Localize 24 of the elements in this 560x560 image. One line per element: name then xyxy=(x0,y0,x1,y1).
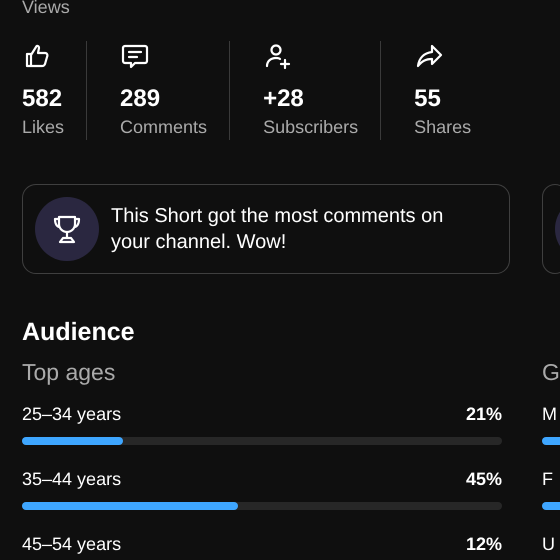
group-heading: Top ages xyxy=(22,359,116,386)
stat-label: Comments xyxy=(120,116,208,139)
section-heading: Audience xyxy=(22,318,135,347)
trophy-icon xyxy=(35,197,99,261)
row-label: M xyxy=(542,404,557,425)
stat-label: Likes xyxy=(22,116,64,139)
row-percent: 21% xyxy=(466,404,502,425)
views-label: Views xyxy=(22,0,70,18)
row-label: F xyxy=(542,469,553,490)
stat-value: 582 xyxy=(22,84,62,114)
row-label: U xyxy=(542,534,555,555)
row-percent: 12% xyxy=(466,534,502,555)
stat-label: Subscribers xyxy=(263,116,358,139)
stat-value: 289 xyxy=(120,84,160,114)
stat-label: Shares xyxy=(414,116,472,139)
row-label: 35–44 years xyxy=(22,469,122,490)
row-percent: 45% xyxy=(466,469,502,490)
row-label: 45–54 years xyxy=(22,534,122,555)
highlight-text: This Short got the most comments on your channel. Wow! xyxy=(111,204,444,255)
row-label: 25–34 years xyxy=(22,404,122,425)
highlight-card[interactable]: This Short got the most comments on your channel. Wow! xyxy=(22,184,510,274)
stat-value: +28 xyxy=(263,84,304,114)
group-heading: G xyxy=(542,359,560,386)
stat-value: 55 xyxy=(414,84,441,114)
